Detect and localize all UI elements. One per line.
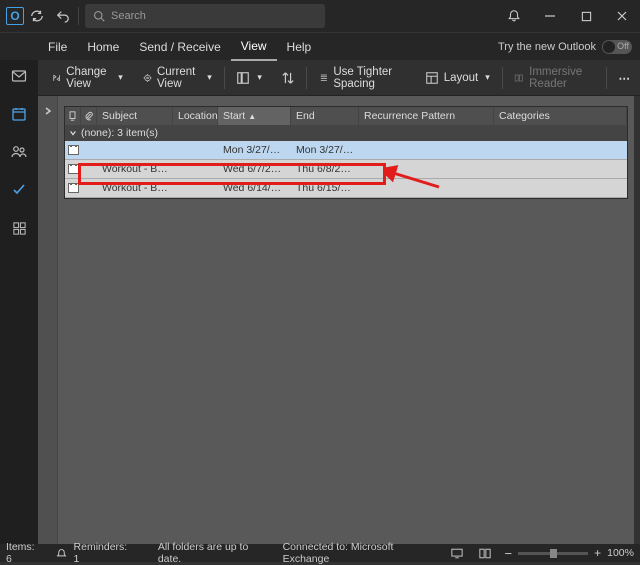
col-location[interactable]: Location [173,107,218,125]
calendar-item-icon [68,145,79,155]
col-subject[interactable]: Subject [97,107,173,125]
menu-file[interactable]: File [38,33,77,61]
col-categories[interactable]: Categories [494,107,627,125]
col-start[interactable]: Start ▲ [218,107,291,125]
status-items: Items: 6 [6,541,42,565]
display-settings-icon[interactable] [450,546,465,560]
todo-icon[interactable] [7,178,31,202]
column-settings-button[interactable]: ▾ [228,64,270,92]
ribbon-more-button[interactable]: ⋯ [611,64,640,92]
sync-icon[interactable] [24,0,50,32]
status-sync: All folders are up to date. [158,541,271,565]
group-header[interactable]: (none): 3 item(s) [65,125,627,141]
menu-send-receive[interactable]: Send / Receive [129,33,230,61]
menu-help[interactable]: Help [277,33,322,61]
calendar-list-grid: Subject Location Start ▲ End Recurrence … [64,106,628,199]
pane-collapse-button[interactable] [38,96,58,544]
close-button[interactable] [604,0,640,32]
menu-view[interactable]: View [231,33,277,61]
col-icon[interactable] [65,107,81,125]
col-recurrence[interactable]: Recurrence Pattern [359,107,494,125]
reminder-icon[interactable] [54,546,69,560]
calendar-icon[interactable] [7,102,31,126]
calendar-item-icon [68,164,79,174]
people-icon[interactable] [7,140,31,164]
table-row[interactable]: Mon 3/27/2023 8… Mon 3/27/2023 … [65,141,627,160]
status-bar: Items: 6 Reminders: 1 All folders are up… [0,544,640,562]
zoom-in-button[interactable]: + [594,546,601,560]
layout-button[interactable]: Layout▾ [417,64,498,92]
mail-icon[interactable] [7,64,31,88]
table-row[interactable]: Workout - Back & tri… Wed 6/7/2023 12:… … [65,160,627,179]
col-end[interactable]: End [291,107,359,125]
sort-button[interactable] [274,64,302,92]
try-new-outlook-toggle[interactable]: Off [602,40,632,54]
status-connection: Connected to: Microsoft Exchange [283,541,438,565]
zoom-level[interactable]: 100% [607,547,634,559]
minimize-button[interactable] [532,0,568,32]
calendar-item-icon [68,183,79,193]
search-input[interactable]: Search [85,4,325,28]
notifications-icon[interactable] [496,0,532,32]
col-attachment[interactable] [81,107,97,125]
immersive-reader-button: Immersive Reader [506,64,601,92]
grid-header-row: Subject Location Start ▲ End Recurrence … [65,107,627,125]
search-placeholder: Search [111,10,146,22]
try-new-outlook-label: Try the new Outlook [498,41,596,53]
menu-home[interactable]: Home [77,33,129,61]
status-reminders[interactable]: Reminders: 1 [74,541,134,565]
zoom-slider[interactable] [518,552,588,555]
table-row[interactable]: Workout - Back & tri… Wed 6/14/2023 1… T… [65,179,627,198]
current-view-button[interactable]: Current View▾ [135,64,220,92]
change-view-button[interactable]: Change View▾ [44,64,131,92]
view-mode-icon[interactable] [477,546,492,560]
outlook-logo: O [6,7,24,25]
more-apps-icon[interactable] [7,216,31,240]
left-nav-rail [0,60,38,544]
zoom-out-button[interactable]: − [505,546,513,561]
tighter-spacing-button[interactable]: Use Tighter Spacing [311,64,413,92]
maximize-button[interactable] [568,0,604,32]
undo-icon[interactable] [50,0,76,32]
